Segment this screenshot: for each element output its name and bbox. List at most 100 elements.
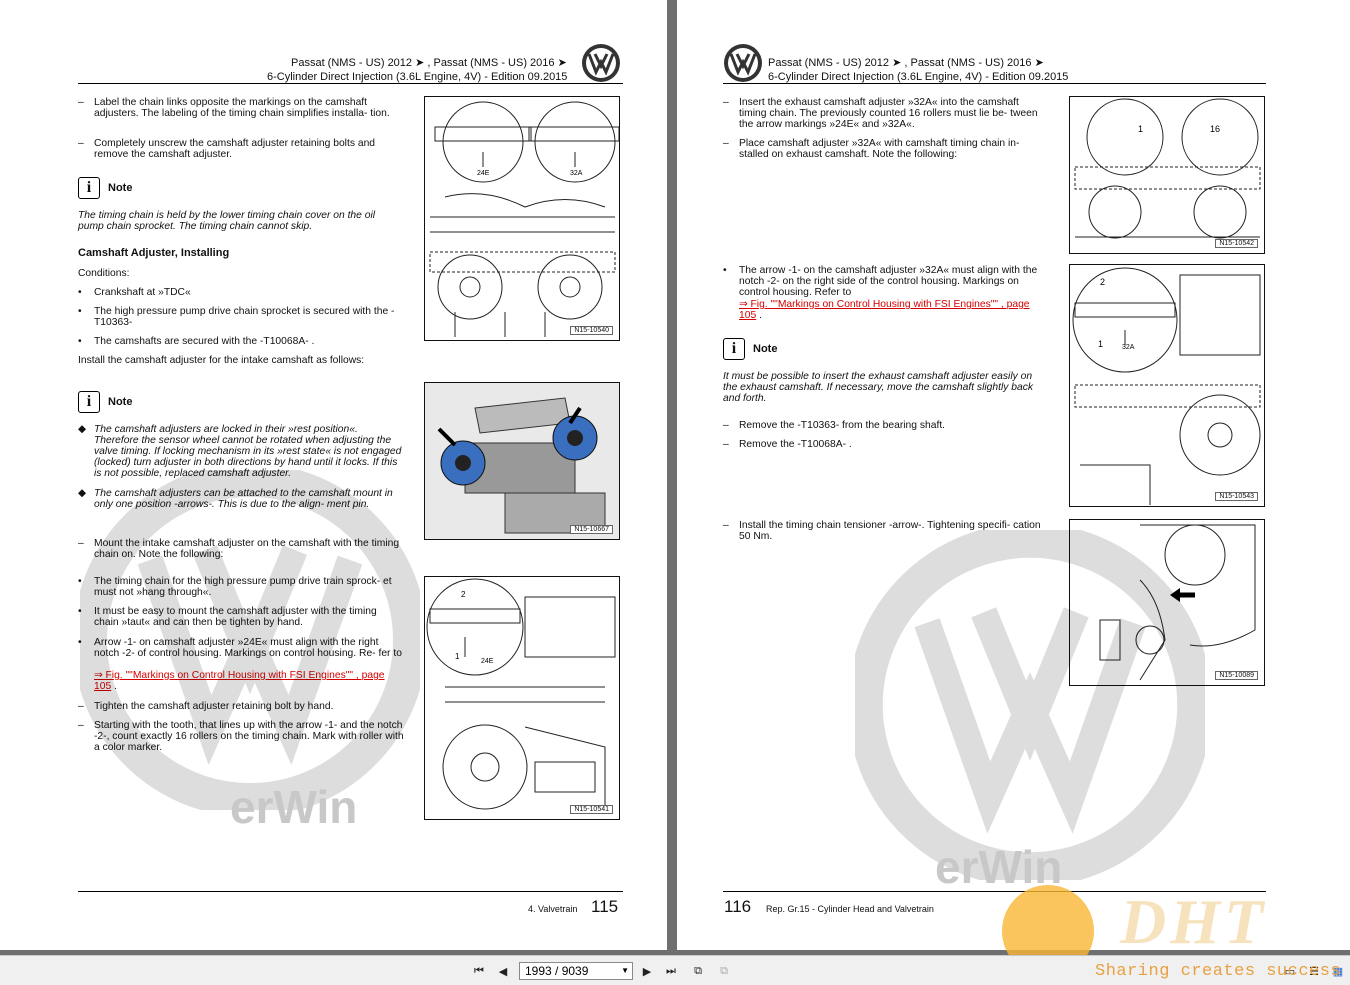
step-mount-adjuster: Mount the intake camshaft adjuster on th… <box>94 538 400 560</box>
note-label: Note <box>108 182 133 194</box>
step-unscrew-bolts: Completely unscrew the camshaft adjuster… <box>94 138 376 160</box>
figure-id: N15-10540 <box>570 326 613 335</box>
next-page-icon[interactable]: ▶ <box>639 964 655 978</box>
step-insert-exhaust: Insert the exhaust camshaft adjuster »32… <box>739 97 1038 130</box>
fig-label: 2 <box>461 590 466 599</box>
site-watermark-logo: DHT <box>1120 886 1268 957</box>
figure-id: N15-10541 <box>570 805 613 814</box>
step-place-adjuster: Place camshaft adjuster »32A« with camsh… <box>739 138 1020 160</box>
conditions-label: Conditions: <box>78 268 130 279</box>
sub-arrow-notch: The arrow -1- on the camshaft adjuster »… <box>739 265 1038 298</box>
figure-link[interactable]: ⇒ Fig. ""Markings on Control Housing wit… <box>739 299 1039 321</box>
sub-chain-taut: It must be easy to mount the camshaft ad… <box>94 606 377 628</box>
rotate-page-icon[interactable]: ⧉ <box>690 964 706 978</box>
engine-diagram-5: 2 1 32A <box>1072 267 1261 505</box>
last-page-icon[interactable]: ⏭ <box>663 964 679 978</box>
figure-id: N15-10543 <box>1215 492 1258 501</box>
figure-id: N15-10089 <box>1215 671 1258 680</box>
footer-section: Rep. Gr.15 - Cylinder Head and Valvetrai… <box>766 904 934 914</box>
dash-marker: – <box>723 420 729 431</box>
fig-label: 1 <box>455 652 460 661</box>
figure-link-text[interactable]: ⇒ Fig. ""Markings on Control Housing wit… <box>739 299 1030 321</box>
figure-adjuster-alignment: N15-10667 <box>424 382 620 540</box>
fig-label: 1 <box>1098 339 1103 349</box>
step-count-rollers: Starting with the tooth, that lines up w… <box>94 720 404 753</box>
diamond-marker: ◆ <box>78 424 86 435</box>
dash-marker: – <box>78 138 84 149</box>
site-watermark-tagline: Sharing creates success <box>1095 962 1342 981</box>
header-model-line: Passat (NMS - US) 2012 ➤ , Passat (NMS -… <box>291 57 567 69</box>
dash-marker: – <box>78 701 84 712</box>
bullet-marker: • <box>78 287 82 298</box>
header-model-line: Passat (NMS - US) 2012 ➤ , Passat (NMS -… <box>768 57 1044 69</box>
vw-logo-icon <box>724 44 762 82</box>
header-engine-line: 6-Cylinder Direct Injection (3.6L Engine… <box>267 71 568 83</box>
first-page-icon[interactable]: ⏮ <box>471 964 487 978</box>
sub-arrow-align: Arrow -1- on camshaft adjuster »24E« mus… <box>94 637 402 659</box>
figure-exhaust-arrow: 2 1 32A N15-10543 <box>1069 264 1265 507</box>
condition-crankshaft: Crankshaft at »TDC« <box>94 287 191 298</box>
dash-marker: – <box>78 538 84 549</box>
figure-intake-adjuster: 2 1 24E N15-10541 <box>424 576 620 820</box>
header-rule <box>78 83 623 84</box>
header-rule <box>723 83 1266 84</box>
sub-chain-hang: The timing chain for the high pressure p… <box>94 576 392 598</box>
fig-label: 24E <box>477 170 490 177</box>
fig-label: 16 <box>1210 124 1220 134</box>
link-tail: . <box>114 681 117 692</box>
page-indicator: 1993 / 9039 <box>525 964 589 978</box>
note-2-bullet-1: The camshaft adjusters are locked in the… <box>94 424 402 479</box>
info-icon: i <box>78 177 100 199</box>
footer-page-number: 116 <box>724 897 752 916</box>
copy-page-icon[interactable]: ⧉ <box>716 964 732 978</box>
step-tighten-bolt: Tighten the camshaft adjuster retaining … <box>94 701 334 712</box>
engine-diagram-2 <box>425 383 619 539</box>
figure-link-text[interactable]: ⇒ Fig. ""Markings on Control Housing wit… <box>94 670 385 692</box>
chevron-down-icon: ▼ <box>621 966 629 975</box>
bullet-marker: • <box>78 637 82 648</box>
figure-camshaft-markings: 24E 32A N15-10540 <box>424 96 620 341</box>
link-tail: . <box>759 310 762 321</box>
figure-link[interactable]: ⇒ Fig. ""Markings on Control Housing wit… <box>94 670 404 692</box>
document-viewer[interactable]: Passat (NMS - US) 2012 ➤ , Passat (NMS -… <box>0 0 1350 977</box>
fig-label: 32A <box>570 170 583 177</box>
note-box-1: i Note <box>78 177 132 199</box>
engine-diagram-1: 24E 32A <box>429 101 619 337</box>
note-box-3: i Note <box>723 338 777 360</box>
fig-label: 24E <box>481 658 494 665</box>
dash-marker: – <box>78 97 84 108</box>
note-1-text: The timing chain is held by the lower ti… <box>78 210 376 232</box>
engine-diagram-3: 2 1 24E <box>426 578 616 812</box>
diamond-marker: ◆ <box>78 488 86 499</box>
condition-camshafts: The camshafts are secured with the -T100… <box>94 336 315 347</box>
figure-exhaust-rollers: 1 16 N15-10542 <box>1069 96 1265 254</box>
header-engine-line: 6-Cylinder Direct Injection (3.6L Engine… <box>768 71 1069 83</box>
note-3-text: It must be possible to insert the exhaus… <box>723 371 1034 404</box>
bullet-marker: • <box>78 306 82 317</box>
page-115: Passat (NMS - US) 2012 ➤ , Passat (NMS -… <box>0 0 667 950</box>
dash-marker: – <box>723 439 729 450</box>
bullet-marker: • <box>78 606 82 617</box>
fig-label: 2 <box>1100 277 1105 287</box>
engine-diagram-6 <box>1099 524 1256 681</box>
dash-marker: – <box>78 720 84 731</box>
footer-page-number: 115 <box>591 897 619 916</box>
step-remove-t10363: Remove the -T10363- from the bearing sha… <box>739 420 946 431</box>
vw-logo-icon <box>582 44 620 82</box>
figure-id: N15-10542 <box>1215 239 1258 248</box>
bullet-marker: • <box>723 265 727 276</box>
info-icon: i <box>78 391 100 413</box>
fig-label: 1 <box>1138 124 1143 134</box>
step-remove-t10068a: Remove the -T10068A- . <box>739 439 852 450</box>
page-116: Passat (NMS - US) 2012 ➤ , Passat (NMS -… <box>677 0 1350 950</box>
figure-chain-tensioner: N15-10089 <box>1069 519 1265 686</box>
bullet-marker: • <box>78 576 82 587</box>
figure-id: N15-10667 <box>570 525 613 534</box>
page-number-select[interactable]: 1993 / 9039 ▼ <box>519 962 633 980</box>
note-box-2: i Note <box>78 391 132 413</box>
step-label-chain: Label the chain links opposite the marki… <box>94 97 390 119</box>
footer-section: 4. Valvetrain <box>528 904 578 914</box>
dash-marker: – <box>723 520 729 531</box>
fig-label: 32A <box>1122 344 1135 351</box>
prev-page-icon[interactable]: ◀ <box>495 964 511 978</box>
